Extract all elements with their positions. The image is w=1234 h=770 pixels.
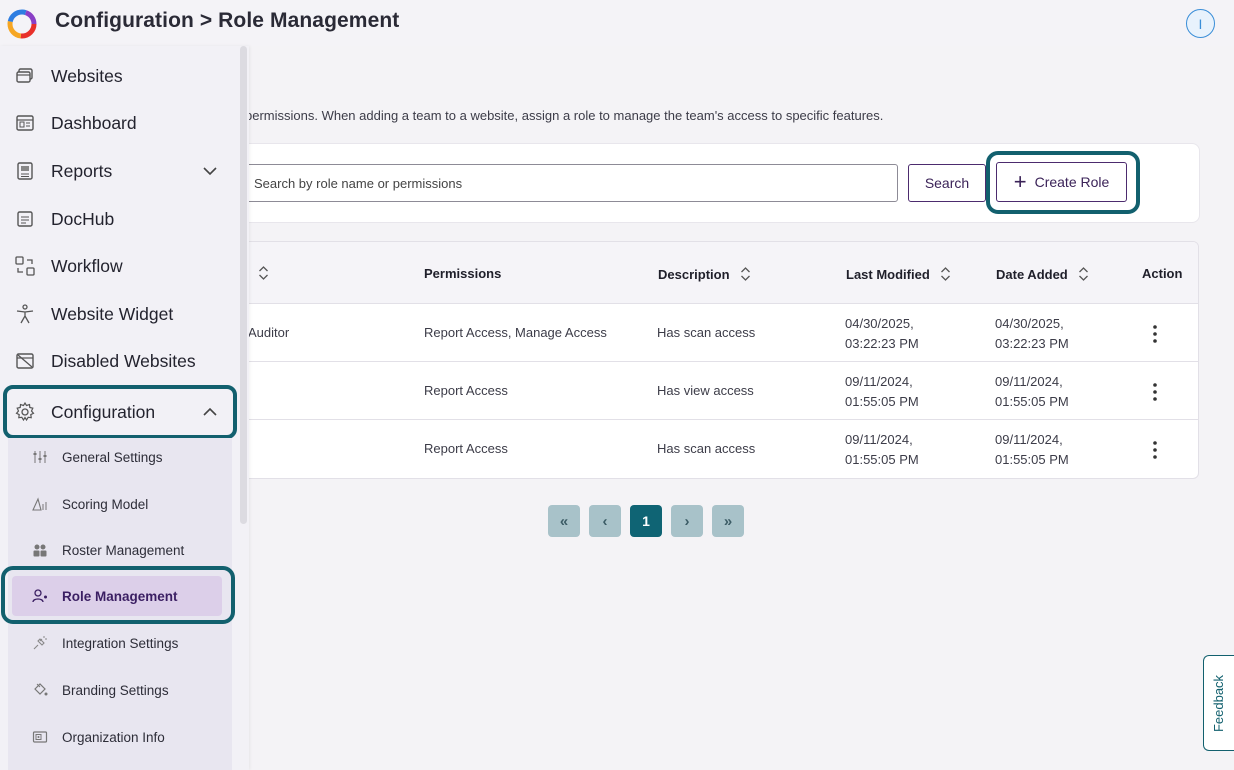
report-icon bbox=[17, 162, 33, 180]
sort-icon[interactable] bbox=[258, 265, 269, 281]
disabled-browser-icon bbox=[16, 353, 34, 369]
previous-page-button[interactable]: ‹ bbox=[589, 505, 621, 537]
sidebar-item-label: Dashboard bbox=[51, 112, 137, 133]
sidebar-item-workflow[interactable]: Workflow bbox=[0, 243, 236, 289]
description-cell: Has view access bbox=[657, 383, 754, 398]
permissions-cell: Report Access bbox=[424, 383, 508, 398]
paint-bucket-icon bbox=[34, 683, 48, 696]
table-row[interactable]: Report Access Has scan access 09/11/2024… bbox=[216, 420, 1198, 478]
sliders-icon bbox=[33, 451, 47, 463]
document-icon bbox=[17, 211, 33, 227]
sidebar-item-dochub[interactable]: DocHub bbox=[0, 196, 236, 242]
sidebar-item-label: DocHub bbox=[51, 208, 115, 229]
page-description: permissions. When adding a team to a web… bbox=[245, 108, 884, 123]
more-options-icon[interactable] bbox=[1152, 324, 1158, 344]
group-icon bbox=[33, 544, 47, 557]
permissions-cell: Report Access, Manage Access bbox=[424, 325, 607, 340]
id-card-icon bbox=[32, 731, 48, 743]
table-header: Permissions Description Last Modified Da… bbox=[216, 242, 1198, 304]
sidebar-subitem-label: Role Management bbox=[62, 588, 178, 604]
scoring-icon bbox=[32, 497, 47, 511]
sidebar-item-label: Website Widget bbox=[51, 303, 174, 324]
sidebar-subitem-label: Branding Settings bbox=[62, 682, 169, 698]
sort-icon[interactable] bbox=[740, 266, 751, 282]
description-cell: Has scan access bbox=[657, 325, 756, 340]
sidebar-subitem-label: Scoring Model bbox=[62, 496, 149, 512]
sidebar-subitem-roster-management[interactable]: Roster Management bbox=[8, 530, 232, 570]
more-options-icon[interactable] bbox=[1152, 440, 1158, 460]
sidebar-subitem-branding-settings[interactable]: Branding Settings bbox=[8, 670, 232, 710]
sidebar-scrollbar[interactable] bbox=[240, 46, 247, 524]
table-row[interactable]: Auditor Report Access, Manage Access Has… bbox=[216, 304, 1198, 362]
sidebar-item-reports[interactable]: Reports bbox=[0, 148, 236, 194]
last-page-button[interactable]: » bbox=[712, 505, 744, 537]
sidebar: Websites Dashboard Reports DocHub Workfl… bbox=[0, 46, 249, 770]
feedback-tab[interactable]: Feedback bbox=[1203, 655, 1234, 751]
gear-icon bbox=[15, 401, 35, 422]
sidebar-item-label: Configuration bbox=[51, 401, 156, 422]
description-cell: Has scan access bbox=[657, 441, 756, 456]
plus-icon: + bbox=[1013, 169, 1027, 194]
pagination: « ‹ 1 › » bbox=[548, 505, 744, 537]
workflow-icon bbox=[15, 256, 35, 276]
create-role-label: Create Role bbox=[1034, 174, 1110, 190]
search-button[interactable]: Search bbox=[908, 164, 986, 202]
create-role-button[interactable]: + Create Role bbox=[996, 162, 1127, 202]
column-header-last-modified[interactable]: Last Modified bbox=[846, 266, 951, 282]
sidebar-subitem-general-settings[interactable]: General Settings bbox=[8, 437, 232, 477]
sidebar-item-label: Reports bbox=[51, 160, 113, 181]
column-header-action: Action bbox=[1142, 266, 1183, 281]
sidebar-subitem-label: General Settings bbox=[62, 449, 163, 465]
permissions-cell: Report Access bbox=[424, 441, 508, 456]
plug-icon bbox=[33, 636, 47, 650]
user-avatar[interactable]: I bbox=[1186, 9, 1215, 38]
sidebar-item-websites[interactable]: Websites bbox=[0, 53, 236, 99]
sidebar-item-website-widget[interactable]: Website Widget bbox=[0, 291, 236, 337]
sidebar-item-label: Workflow bbox=[51, 255, 123, 276]
search-input[interactable] bbox=[241, 164, 898, 202]
sidebar-item-label: Disabled Websites bbox=[51, 350, 196, 371]
sidebar-subitem-integration-settings[interactable]: Integration Settings bbox=[8, 623, 232, 663]
sidebar-subitem-scoring-model[interactable]: Scoring Model bbox=[8, 484, 232, 524]
last-modified-cell: 04/30/2025, 03:22:23 PM bbox=[845, 316, 919, 351]
sidebar-item-dashboard[interactable]: Dashboard bbox=[0, 100, 236, 146]
user-role-icon bbox=[32, 589, 47, 603]
sidebar-item-label: Websites bbox=[51, 65, 123, 86]
dashboard-icon bbox=[16, 115, 34, 131]
page-title: Configuration > Role Management bbox=[55, 9, 400, 32]
sidebar-subitem-organization-info[interactable]: Organization Info bbox=[8, 717, 232, 757]
page-1-button[interactable]: 1 bbox=[630, 505, 662, 537]
more-options-icon[interactable] bbox=[1152, 382, 1158, 402]
app-header: Configuration > Role Management I bbox=[0, 0, 1234, 46]
app-logo-icon[interactable] bbox=[6, 8, 38, 40]
last-modified-cell: 09/11/2024, 01:55:05 PM bbox=[845, 432, 919, 467]
table-row[interactable]: Report Access Has view access 09/11/2024… bbox=[216, 362, 1198, 420]
sidebar-item-configuration[interactable]: Configuration bbox=[0, 389, 236, 435]
accessibility-person-icon bbox=[16, 304, 34, 324]
browser-window-icon bbox=[16, 68, 33, 83]
sidebar-subitem-role-management[interactable]: Role Management bbox=[8, 576, 232, 616]
first-page-button[interactable]: « bbox=[548, 505, 580, 537]
roles-table: Permissions Description Last Modified Da… bbox=[215, 241, 1199, 479]
sort-icon[interactable] bbox=[940, 266, 951, 282]
column-header-description[interactable]: Description bbox=[658, 266, 751, 282]
column-header-permissions: Permissions bbox=[424, 266, 502, 281]
date-added-cell: 09/11/2024, 01:55:05 PM bbox=[995, 432, 1069, 467]
sidebar-subitem-label: Integration Settings bbox=[62, 635, 179, 651]
date-added-cell: 09/11/2024, 01:55:05 PM bbox=[995, 374, 1069, 409]
next-page-button[interactable]: › bbox=[671, 505, 703, 537]
feedback-label: Feedback bbox=[1211, 674, 1227, 732]
sidebar-subitem-label: Roster Management bbox=[62, 542, 185, 558]
search-card: Search + Create Role bbox=[215, 143, 1200, 223]
sidebar-subitem-label: Organization Info bbox=[62, 729, 165, 745]
last-modified-cell: 09/11/2024, 01:55:05 PM bbox=[845, 374, 919, 409]
column-header-date-added[interactable]: Date Added bbox=[996, 266, 1089, 282]
role-name: Auditor bbox=[248, 325, 290, 340]
chevron-up-icon[interactable] bbox=[202, 407, 218, 417]
chevron-down-icon[interactable] bbox=[202, 166, 218, 176]
date-added-cell: 04/30/2025, 03:22:23 PM bbox=[995, 316, 1069, 351]
sort-icon[interactable] bbox=[1078, 266, 1089, 282]
sidebar-item-disabled-websites[interactable]: Disabled Websites bbox=[0, 338, 236, 384]
